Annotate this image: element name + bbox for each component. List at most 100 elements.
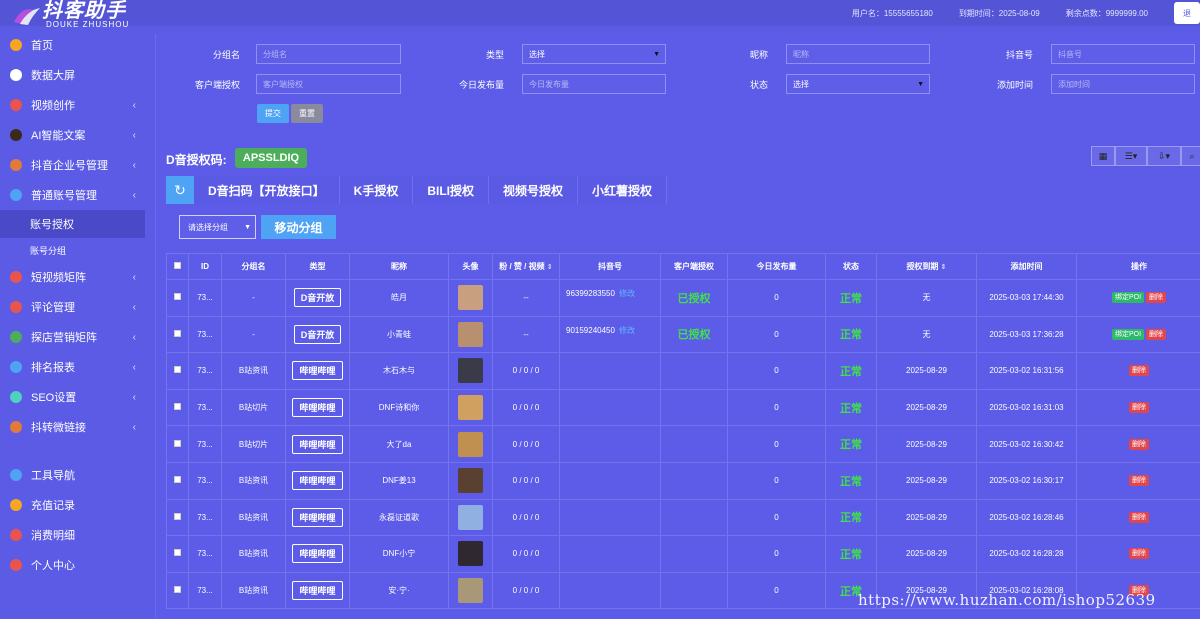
cell-group: B站切片 — [221, 388, 286, 427]
sidebar-item-a1[interactable]: 数据大屏 — [0, 60, 145, 90]
row-checkbox[interactable] — [166, 498, 189, 537]
sidebar-item-b0[interactable]: 短视频矩阵 ‹ — [0, 262, 145, 292]
douyin-input[interactable]: 抖音号 — [1051, 44, 1195, 64]
submit-button[interactable]: 提交 — [257, 104, 289, 123]
tab-xiaohongshu[interactable]: 小红薯授权 — [578, 176, 668, 204]
bind-poi-button[interactable]: 绑定POI — [1111, 328, 1145, 340]
col-stats[interactable]: 粉 / 赞 / 视频 ⇕ — [492, 253, 560, 280]
sidebar-item-b1[interactable]: 评论管理 ‹ — [0, 292, 145, 322]
row-checkbox[interactable] — [166, 461, 189, 500]
row-checkbox[interactable] — [166, 388, 189, 427]
today-posts-input[interactable]: 今日发布量 — [522, 74, 666, 94]
cell-today-posts: 0 — [727, 461, 826, 500]
sidebar-item-c3[interactable]: 个人中心 — [0, 550, 145, 580]
tab-bili[interactable]: BILI授权 — [413, 176, 490, 204]
col-expire[interactable]: 授权到期 ⇕ — [876, 253, 977, 280]
cell-nickname: 木石木与 — [349, 352, 449, 390]
chevron-left-icon: ‹ — [132, 301, 136, 313]
cell-status: 正常 — [825, 279, 877, 317]
bind-poi-button[interactable]: 绑定POI — [1111, 292, 1145, 304]
cell-id: 73... — [188, 315, 222, 354]
tab-channels[interactable]: 视频号授权 — [489, 176, 579, 204]
sidebar-item-a3[interactable]: AI智能文案 ‹ — [0, 120, 145, 150]
seo-icon — [10, 391, 22, 403]
cell-avatar — [448, 425, 493, 463]
sidebar-item-label: 抖转微链接 — [31, 422, 86, 434]
cell-expire: 2025-08-29 — [876, 425, 977, 463]
chevron-left-icon: ‹ — [132, 391, 136, 403]
type-select[interactable]: 选择 ▼ — [522, 44, 666, 64]
grid-view-button[interactable]: ▦ — [1091, 146, 1115, 166]
cell-status: 正常 — [825, 461, 877, 500]
export-button[interactable]: ⇩▾ — [1147, 146, 1181, 166]
delete-button[interactable]: 删除 — [1129, 475, 1149, 487]
added-time-input[interactable]: 添加时间 — [1051, 74, 1195, 94]
cell-expire: 无 — [876, 279, 977, 317]
sidebar-item-b3[interactable]: 排名报表 ‹ — [0, 352, 145, 382]
select-all-checkbox[interactable] — [166, 253, 189, 280]
table-row: 73... B站资讯 哔哩哔哩 DNF姜13 0 / 0 / 0 0 正常 2025-08-2… — [166, 461, 1200, 500]
cell-id: 73... — [188, 388, 222, 427]
logout-button[interactable]: 退 — [1174, 2, 1200, 24]
cell-actions: 删除 — [1076, 388, 1200, 427]
reset-button[interactable]: 重置 — [291, 104, 323, 123]
refresh-button[interactable]: ↻ — [166, 176, 194, 204]
row-checkbox[interactable] — [166, 315, 189, 354]
group-select[interactable]: 请选择分组 ▼ — [179, 215, 256, 239]
cell-stats: 0 / 0 / 0 — [492, 498, 560, 537]
delete-button[interactable]: 删除 — [1146, 328, 1167, 340]
avatar — [458, 578, 483, 604]
type-tag: 哔哩哔哩 — [292, 507, 343, 527]
nickname-input[interactable]: 昵称 — [786, 44, 930, 64]
sidebar-item-c0[interactable]: 工具导航 — [0, 460, 145, 490]
cell-added: 2025-03-02 16:30:17 — [976, 461, 1077, 500]
delete-button[interactable]: 删除 — [1129, 511, 1149, 523]
auth-code-badge: APSSLDIQ — [235, 148, 307, 168]
sidebar-item-a5[interactable]: 普通账号管理 ‹ — [0, 180, 145, 210]
sidebar-item-b2[interactable]: 探店营销矩阵 ‹ — [0, 322, 145, 352]
avatar — [458, 358, 483, 384]
delete-button[interactable]: 删除 — [1146, 292, 1167, 304]
sidebar-item-c1[interactable]: 充值记录 — [0, 490, 145, 520]
sidebar-item-a0[interactable]: 首页 — [0, 30, 145, 60]
row-checkbox[interactable] — [166, 352, 189, 390]
sidebar-item-b5[interactable]: 抖转微链接 ‹ — [0, 412, 145, 442]
table-row: 73... B站切片 哔哩哔哩 DNF诗和你 0 / 0 / 0 0 正常 2025-08-2… — [166, 388, 1200, 427]
row-checkbox[interactable] — [166, 535, 189, 573]
sidebar-item-c2[interactable]: 消费明细 — [0, 520, 145, 550]
row-checkbox[interactable] — [166, 279, 189, 317]
sidebar-item-label: 排名报表 — [31, 362, 75, 374]
delete-button[interactable]: 删除 — [1129, 438, 1149, 450]
group-input[interactable]: 分组名 — [256, 44, 401, 64]
sidebar-subitem-1[interactable]: 账号分组 — [0, 238, 145, 262]
edit-link[interactable]: 修改 — [619, 289, 635, 298]
cell-today-posts: 0 — [727, 279, 826, 317]
move-group-button[interactable]: 移动分组 — [261, 215, 336, 239]
nickname-label: 昵称 — [749, 50, 768, 60]
cell-nickname: 大了da — [349, 425, 449, 463]
edit-link[interactable]: 修改 — [619, 326, 635, 335]
sidebar-subitem-0[interactable]: 账号授权 — [0, 210, 145, 238]
cell-stats: 0 / 0 / 0 — [492, 388, 560, 427]
cell-type: D音开放 — [285, 279, 350, 317]
sidebar-item-a4[interactable]: 抖音企业号管理 ‹ — [0, 150, 145, 180]
client-auth-input[interactable]: 客户端授权 — [256, 74, 401, 94]
status-select[interactable]: 选择 ▼ — [786, 74, 930, 94]
cell-actions: 绑定POI 删除 — [1076, 279, 1200, 317]
sidebar-item-a2[interactable]: 视频创作 ‹ — [0, 90, 145, 120]
row-checkbox[interactable] — [166, 571, 189, 610]
delete-button[interactable]: 删除 — [1129, 402, 1149, 414]
chevron-down-icon: ▼ — [917, 81, 924, 88]
tab-kuaishou[interactable]: K手授权 — [339, 176, 414, 204]
cell-expire: 2025-08-29 — [876, 535, 977, 573]
cell-douyin — [559, 461, 661, 500]
delete-button[interactable]: 删除 — [1129, 548, 1149, 560]
cell-type: 哔哩哔哩 — [285, 425, 350, 463]
row-checkbox[interactable] — [166, 425, 189, 463]
search-button[interactable]: ⌕ — [1181, 146, 1200, 166]
columns-button[interactable]: ☰▾ — [1115, 146, 1147, 166]
tab-douyin-scan[interactable]: D音扫码【开放接口】 — [194, 176, 340, 204]
sidebar-item-b4[interactable]: SEO设置 ‹ — [0, 382, 145, 412]
table-row: 73... B站资讯 哔哩哔哩 木石木与 0 / 0 / 0 0 正常 2025-08-29 2… — [166, 352, 1200, 390]
delete-button[interactable]: 删除 — [1129, 365, 1149, 377]
